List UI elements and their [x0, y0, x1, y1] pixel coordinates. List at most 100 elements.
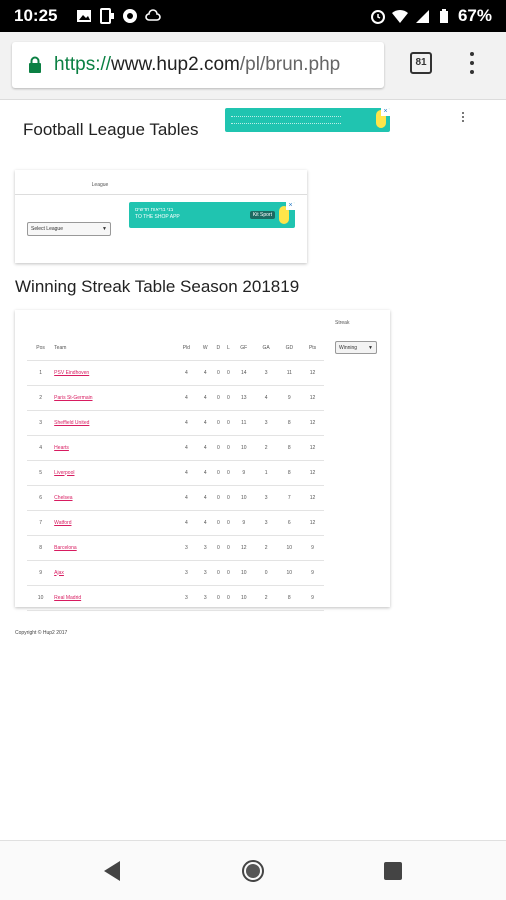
page-options-icon[interactable] — [462, 112, 466, 124]
screen-cast-icon — [100, 8, 114, 24]
table-row: 8 Barcelona 3 3 0 0 12 2 10 9 — [27, 535, 324, 561]
ad-close-icon[interactable]: × — [381, 108, 390, 116]
back-icon[interactable] — [104, 861, 120, 881]
table-cell: 0 — [224, 460, 233, 486]
table-cell: 10 — [232, 485, 255, 511]
team-cell: Hearts — [54, 435, 175, 461]
photo-icon — [77, 10, 91, 22]
team-link[interactable]: Liverpool — [54, 470, 74, 476]
table-cell: 3 — [174, 535, 198, 561]
table-cell: 6 — [27, 485, 55, 511]
table-cell: 8 — [277, 435, 302, 461]
battery-percent: 67% — [457, 6, 492, 25]
table-row: 3 Sheffield United 4 4 0 0 11 3 8 12 — [27, 410, 324, 436]
table-cell: 1 — [254, 460, 278, 486]
browser-menu-button[interactable] — [468, 50, 476, 78]
cloud-icon — [145, 9, 161, 21]
team-link[interactable]: Chelsea — [54, 495, 72, 501]
status-right: 67% — [370, 6, 492, 26]
team-link[interactable]: PSV Eindhoven — [54, 370, 89, 376]
table-cell: 3 — [254, 510, 278, 536]
team-cell: Ajax — [54, 560, 175, 586]
table-cell: 0 — [224, 560, 233, 586]
team-link[interactable]: Ajax — [54, 570, 64, 576]
table-row: 5 Liverpool 4 4 0 0 9 1 8 12 — [27, 460, 324, 486]
table-row: 10 Real Madrid 3 3 0 0 10 2 8 9 — [27, 585, 324, 611]
wifi-icon — [391, 9, 408, 23]
table-body: 1 PSV Eindhoven 4 4 0 0 14 3 11 12 2 Paris St-Germa… — [27, 360, 324, 611]
alarm-icon — [370, 10, 385, 24]
ad-text-art — [231, 116, 341, 124]
team-cell: Watford — [54, 510, 175, 536]
top-ad-banner[interactable]: × — [225, 108, 390, 132]
tab-switcher-button[interactable]: 81 — [410, 52, 432, 74]
table-cell: 4 — [197, 410, 213, 436]
table-cell: 0 — [212, 485, 225, 511]
notification-icons — [76, 8, 161, 24]
team-cell: Paris St-Germain — [54, 385, 175, 411]
table-cell: 4 — [254, 385, 278, 411]
col-pts: Pts — [301, 337, 324, 361]
table-cell: 0 — [224, 485, 233, 511]
ad-text-line1: בני בריאות חדשים — [135, 207, 174, 213]
url-text[interactable]: https://www.hup2.com/pl/brun.php — [54, 54, 340, 76]
android-nav-bar — [0, 840, 506, 900]
signal-icon — [415, 10, 429, 23]
col-gf: GF — [232, 337, 255, 361]
team-link[interactable]: Paris St-Germain — [54, 395, 92, 401]
table-cell: 4 — [174, 385, 198, 411]
home-icon[interactable] — [242, 860, 264, 882]
col-d: D — [212, 337, 225, 361]
url-path: /pl/brun.php — [239, 54, 341, 75]
table-row: 2 Paris St-Germain 4 4 0 0 13 4 9 12 — [27, 385, 324, 411]
table-cell: 10 — [27, 585, 55, 611]
league-selector-card: League Select League ▼ בני בריאות חדשים … — [15, 170, 307, 263]
table-cell: 8 — [27, 535, 55, 561]
table-cell: 3 — [254, 485, 278, 511]
streak-select[interactable]: Winning ▼ — [335, 341, 377, 354]
chevron-down-icon: ▼ — [368, 345, 373, 351]
table-cell: 12 — [301, 360, 324, 386]
table-cell: 0 — [212, 435, 225, 461]
table-cell: 3 — [254, 360, 278, 386]
table-cell: 4 — [27, 435, 55, 461]
table-cell: 4 — [174, 485, 198, 511]
league-select[interactable]: Select League ▼ — [27, 222, 111, 236]
team-cell: Liverpool — [54, 460, 175, 486]
table-header-row: Pos Team Pld W D L GF GA GD Pts — [27, 337, 324, 361]
web-page: Football League Tables × League Select L… — [0, 100, 506, 840]
col-gd: GD — [277, 337, 302, 361]
table-row: 6 Chelsea 4 4 0 0 10 3 7 12 — [27, 485, 324, 511]
ad-cta-button[interactable]: Kit Sport — [249, 211, 275, 219]
table-cell: 4 — [174, 410, 198, 436]
table-cell: 3 — [174, 560, 198, 586]
table-cell: 4 — [174, 435, 198, 461]
table-cell: 4 — [197, 460, 213, 486]
table-cell: 0 — [224, 510, 233, 536]
recents-icon[interactable] — [384, 862, 402, 880]
table-cell: 0 — [212, 560, 225, 586]
league-select-value: Select League — [31, 226, 63, 232]
table-cell: 3 — [27, 410, 55, 436]
table-cell: 0 — [212, 360, 225, 386]
col-l: L — [224, 337, 233, 361]
team-link[interactable]: Sheffield United — [54, 420, 89, 426]
team-link[interactable]: Barcelona — [54, 545, 77, 551]
ad-close-icon[interactable]: × — [286, 202, 295, 210]
table-title: Winning Streak Table Season 201819 — [15, 277, 300, 296]
team-link[interactable]: Real Madrid — [54, 595, 81, 601]
mid-ad-banner[interactable]: בני בריאות חדשים TO THE SHOP APP Kit Spo… — [129, 202, 295, 228]
col-ga: GA — [254, 337, 278, 361]
table-cell: 0 — [224, 435, 233, 461]
table-cell: 4 — [197, 360, 213, 386]
table-cell: 0 — [212, 460, 225, 486]
table-cell: 4 — [174, 360, 198, 386]
address-bar[interactable]: https://www.hup2.com/pl/brun.php — [12, 42, 384, 88]
team-link[interactable]: Watford — [54, 520, 71, 526]
table-cell: 10 — [232, 585, 255, 611]
team-link[interactable]: Hearts — [54, 445, 69, 451]
table-row: 9 Ajax 3 3 0 0 10 0 10 9 — [27, 560, 324, 586]
battery-icon — [439, 9, 448, 23]
col-team: Team — [54, 337, 175, 361]
table-cell: 2 — [254, 435, 278, 461]
